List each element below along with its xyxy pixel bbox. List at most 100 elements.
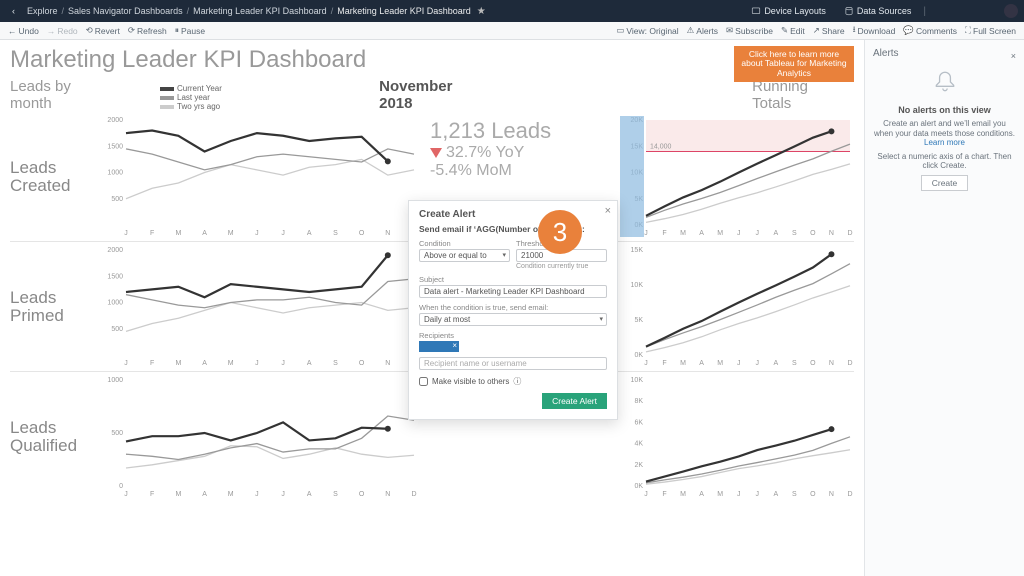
svg-text:0: 0 bbox=[119, 483, 123, 490]
svg-text:14,000: 14,000 bbox=[650, 144, 672, 151]
dialog-title: Create Alert bbox=[419, 209, 607, 220]
chart-running-primed[interactable]: 0K5K10K15KJFMAMJJASOND bbox=[620, 246, 854, 367]
panel-title: Alerts bbox=[873, 48, 1011, 59]
svg-text:S: S bbox=[792, 491, 797, 498]
revert-button[interactable]: ⟲Revert bbox=[86, 25, 120, 36]
svg-text:1000: 1000 bbox=[107, 377, 123, 384]
alerts-button[interactable]: ⚠Alerts bbox=[687, 25, 718, 36]
svg-text:N: N bbox=[829, 491, 834, 498]
svg-text:A: A bbox=[773, 230, 778, 237]
section-month: November 2018 bbox=[379, 78, 482, 112]
avatar[interactable] bbox=[1004, 4, 1018, 18]
svg-text:M: M bbox=[228, 230, 234, 237]
app-bar: ‹ Explore/ Sales Navigator Dashboards/ M… bbox=[0, 0, 1024, 22]
svg-text:F: F bbox=[150, 491, 154, 498]
help-icon[interactable]: ? bbox=[968, 6, 980, 16]
notifications-icon[interactable] bbox=[986, 6, 998, 16]
svg-text:5K: 5K bbox=[634, 317, 643, 324]
comments-button[interactable]: 💬Comments bbox=[903, 25, 957, 36]
svg-text:D: D bbox=[847, 491, 852, 498]
svg-text:M: M bbox=[175, 491, 181, 498]
svg-text:J: J bbox=[756, 230, 760, 237]
create-alert-button[interactable]: Create Alert bbox=[542, 393, 607, 409]
close-icon[interactable]: × bbox=[605, 205, 611, 217]
svg-text:M: M bbox=[175, 360, 181, 367]
crumb-explore[interactable]: Explore bbox=[27, 6, 58, 16]
svg-text:N: N bbox=[829, 360, 834, 367]
share-button[interactable]: ↗Share bbox=[813, 25, 845, 36]
panel-create-button[interactable]: Create bbox=[921, 175, 969, 191]
svg-text:N: N bbox=[385, 360, 390, 367]
svg-text:A: A bbox=[699, 491, 704, 498]
svg-text:500: 500 bbox=[111, 430, 123, 437]
svg-text:1000: 1000 bbox=[107, 170, 123, 177]
chart-running-qualified[interactable]: 0K2K4K6K8K10KJFMAMJJASOND bbox=[620, 376, 854, 498]
svg-text:F: F bbox=[662, 491, 666, 498]
download-button[interactable]: ⭳Download bbox=[853, 24, 896, 38]
svg-text:A: A bbox=[307, 360, 312, 367]
panel-desc1: Create an alert and we’ll email you when… bbox=[873, 119, 1016, 148]
visible-to-others-checkbox[interactable]: Make visible to others ⓘ bbox=[419, 376, 607, 387]
recipient-input[interactable]: Recipient name or username bbox=[419, 357, 607, 370]
panel-close-icon[interactable]: × bbox=[1011, 51, 1016, 61]
info-icon: ⓘ bbox=[513, 376, 521, 387]
crumb-parent[interactable]: Marketing Leader KPI Dashboard bbox=[193, 6, 327, 16]
crumb-current: Marketing Leader KPI Dashboard bbox=[337, 6, 471, 16]
svg-text:500: 500 bbox=[111, 196, 123, 203]
frequency-select[interactable]: Daily at most bbox=[419, 313, 607, 326]
favorites-icon[interactable] bbox=[950, 6, 962, 16]
svg-text:M: M bbox=[680, 491, 686, 498]
svg-text:J: J bbox=[255, 360, 259, 367]
condition-select[interactable]: Above or equal to bbox=[419, 249, 510, 262]
svg-text:J: J bbox=[281, 230, 285, 237]
crumb-nav-dash[interactable]: Sales Navigator Dashboards bbox=[68, 6, 183, 16]
svg-text:1500: 1500 bbox=[107, 143, 123, 150]
svg-text:A: A bbox=[202, 491, 207, 498]
pause-button[interactable]: ⏸Pause bbox=[175, 25, 205, 36]
learn-more-link[interactable]: Learn more bbox=[924, 138, 965, 147]
section-running-totals: Running Totals bbox=[752, 78, 844, 112]
svg-text:N: N bbox=[385, 230, 390, 237]
back-button[interactable]: ‹ bbox=[6, 4, 21, 18]
svg-text:J: J bbox=[124, 230, 128, 237]
svg-text:J: J bbox=[255, 230, 259, 237]
svg-text:J: J bbox=[644, 230, 648, 237]
learn-more-banner[interactable]: Click here to learn more about Tableau f… bbox=[734, 46, 854, 82]
row-label-created: Leads Created bbox=[10, 116, 100, 237]
edit-button[interactable]: ✎Edit bbox=[781, 25, 805, 36]
create-alert-dialog: × Create Alert Send email if ‘AGG(Number… bbox=[408, 200, 618, 420]
svg-text:F: F bbox=[150, 230, 154, 237]
svg-text:1000: 1000 bbox=[107, 300, 123, 307]
favorite-star-icon[interactable]: ★ bbox=[477, 6, 486, 17]
chart-running-created[interactable]: 14,0000K5K10K15K20KJFMAMJJASOND bbox=[620, 116, 854, 237]
svg-text:J: J bbox=[281, 360, 285, 367]
svg-text:S: S bbox=[333, 491, 338, 498]
svg-text:500: 500 bbox=[111, 326, 123, 333]
svg-text:8K: 8K bbox=[634, 398, 643, 405]
svg-text:2000: 2000 bbox=[107, 117, 123, 124]
svg-text:1500: 1500 bbox=[107, 273, 123, 280]
view-original-button[interactable]: ▭View: Original bbox=[616, 25, 678, 36]
svg-text:0K: 0K bbox=[634, 483, 643, 490]
subscribe-button[interactable]: ✉Subscribe bbox=[726, 25, 773, 36]
chart-monthly-qualified[interactable]: 05001000JFMAMJJASOND bbox=[100, 376, 418, 498]
svg-text:F: F bbox=[662, 230, 666, 237]
refresh-button[interactable]: ⟳Refresh bbox=[128, 25, 167, 36]
legend: Current Year Last year Two yrs ago bbox=[160, 84, 222, 111]
svg-text:M: M bbox=[717, 360, 723, 367]
svg-text:A: A bbox=[307, 230, 312, 237]
chart-monthly-created[interactable]: 500100015002000JFMAMJJASOND bbox=[100, 116, 418, 237]
device-layouts-button[interactable]: Device Layouts bbox=[745, 4, 832, 18]
svg-text:10K: 10K bbox=[631, 282, 644, 289]
undo-button[interactable]: ←Undo bbox=[8, 26, 39, 36]
data-sources-button[interactable]: Data Sources bbox=[838, 4, 918, 18]
svg-text:S: S bbox=[792, 360, 797, 367]
subject-input[interactable]: Data alert - Marketing Leader KPI Dashbo… bbox=[419, 285, 607, 298]
fullscreen-button[interactable]: ⛶Full Screen bbox=[965, 25, 1016, 36]
search-icon[interactable] bbox=[932, 6, 944, 16]
svg-text:A: A bbox=[202, 230, 207, 237]
svg-text:A: A bbox=[699, 230, 704, 237]
svg-text:A: A bbox=[773, 491, 778, 498]
chart-monthly-primed[interactable]: 500100015002000JFMAMJJASOND bbox=[100, 246, 418, 367]
recipient-chip[interactable] bbox=[419, 341, 459, 352]
